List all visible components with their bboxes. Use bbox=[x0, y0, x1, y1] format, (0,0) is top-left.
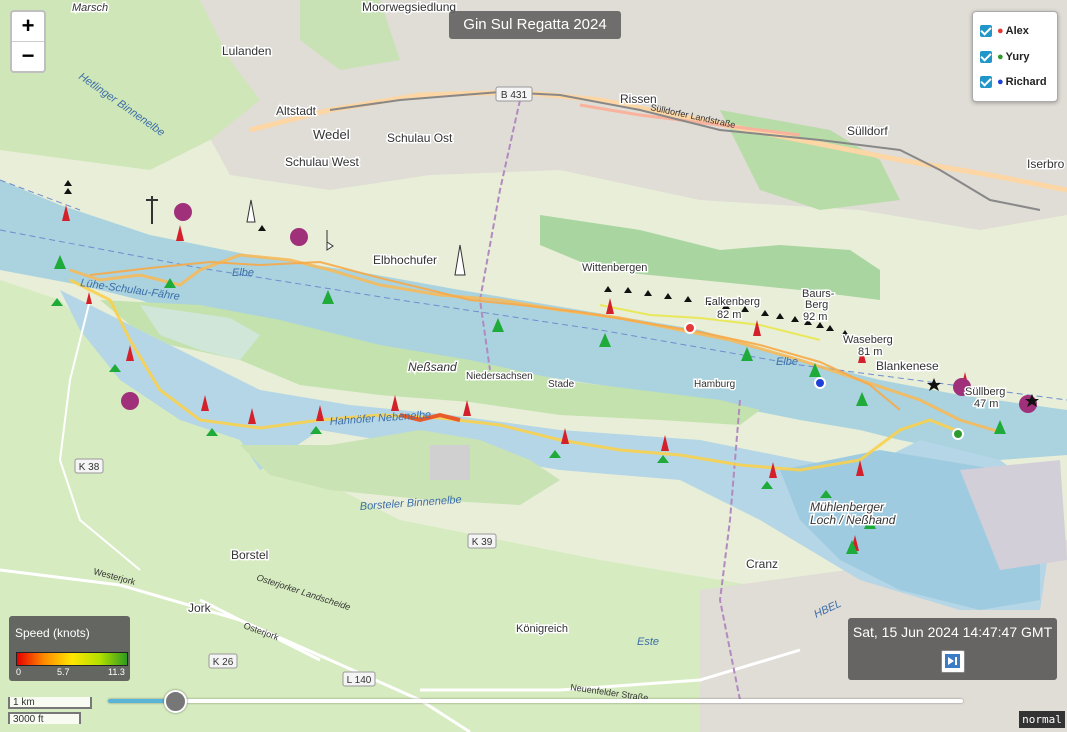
boat-yury-marker[interactable] bbox=[952, 428, 964, 440]
boat-alex-marker[interactable] bbox=[684, 322, 696, 334]
label-stade: Stade bbox=[548, 379, 575, 390]
checkbox-richard[interactable] bbox=[980, 76, 992, 88]
label-borstel: Borstel bbox=[231, 548, 268, 562]
label-baursberg-height: 92 m bbox=[803, 311, 827, 323]
dot-icon: ● bbox=[997, 76, 1004, 88]
label-hamburg: Hamburg bbox=[694, 379, 735, 390]
speed-legend: Speed (knots) 0 5.7 11.3 bbox=[9, 616, 130, 681]
legend-item-alex[interactable]: ● Alex bbox=[980, 23, 1029, 39]
boat-legend: ● Alex ● Yury ● Richard bbox=[972, 11, 1058, 102]
label-sulldorf: Sülldorf bbox=[847, 124, 888, 138]
label-suellberg: Süllberg bbox=[965, 386, 1005, 398]
legend-label-richard: Richard bbox=[1005, 76, 1047, 88]
label-iserbrook: Iserbro bbox=[1027, 157, 1065, 171]
label-elbe: Elbe bbox=[232, 267, 254, 279]
label-este: Este bbox=[637, 636, 659, 648]
boat-richard-marker[interactable] bbox=[814, 377, 826, 389]
legend-item-yury[interactable]: ● Yury bbox=[980, 49, 1030, 65]
label-wittenbergen: Wittenbergen bbox=[582, 262, 647, 274]
label-schulau-ost: Schulau Ost bbox=[387, 131, 453, 145]
shield-k38: K 38 bbox=[79, 462, 100, 473]
scale-metric: 1 km bbox=[8, 697, 92, 709]
time-slider[interactable] bbox=[108, 690, 963, 713]
regatta-title: Gin Sul Regatta 2024 bbox=[449, 11, 621, 39]
label-schulau-west: Schulau West bbox=[285, 155, 359, 169]
play-pause-icon bbox=[945, 654, 960, 668]
label-marsch: Marsch bbox=[72, 2, 108, 14]
label-muehlenberger-2: Loch / Neßhand bbox=[810, 513, 896, 527]
label-waseberg-height: 81 m bbox=[858, 346, 882, 358]
dot-icon: ● bbox=[997, 25, 1004, 37]
checkbox-alex[interactable] bbox=[980, 25, 992, 37]
harbour-icon bbox=[121, 392, 139, 410]
shield-b431: B 431 bbox=[501, 90, 528, 101]
time-slider-thumb[interactable] bbox=[163, 690, 187, 713]
speed-gradient-bar bbox=[16, 652, 128, 666]
label-muehlenberger: Mühlenberger bbox=[810, 500, 885, 514]
label-niedersachsen: Niedersachsen bbox=[466, 371, 533, 382]
label-wedel: Wedel bbox=[313, 127, 350, 142]
label-suellberg-height: 47 m bbox=[974, 398, 998, 410]
speed-tick-max: 11.3 bbox=[108, 667, 125, 677]
label-koenigreich: Königreich bbox=[516, 623, 568, 635]
mode-indicator: normal bbox=[1019, 711, 1065, 728]
speed-legend-title: Speed (knots) bbox=[15, 626, 90, 640]
shield-l140: L 140 bbox=[347, 675, 372, 686]
timestamp-panel: Sat, 15 Jun 2024 14:47:47 GMT bbox=[848, 618, 1057, 680]
legend-item-richard[interactable]: ● Richard bbox=[980, 74, 1047, 90]
label-lulanden: Lulanden bbox=[222, 44, 271, 58]
label-elbhochufer: Elbhochufer bbox=[373, 253, 437, 267]
label-cranz: Cranz bbox=[746, 557, 778, 571]
label-nessand: Neßsand bbox=[408, 360, 457, 374]
dot-icon: ● bbox=[997, 51, 1004, 63]
scale-imperial: 3000 ft bbox=[8, 712, 81, 725]
label-elbe-2: Elbe bbox=[776, 356, 798, 368]
speed-tick-min: 0 bbox=[16, 667, 22, 677]
label-moorwegsiedlung: Moorwegsiedlung bbox=[362, 0, 456, 14]
label-waseberg: Waseberg bbox=[843, 334, 893, 346]
legend-label-yury: Yury bbox=[1005, 51, 1030, 63]
label-altstadt: Altstadt bbox=[276, 104, 317, 118]
label-baursberg-2: Berg bbox=[805, 299, 828, 311]
structure bbox=[430, 445, 470, 480]
play-pause-button[interactable] bbox=[941, 650, 965, 673]
zoom-out-button[interactable]: − bbox=[12, 41, 44, 71]
checkbox-yury[interactable] bbox=[980, 51, 992, 63]
label-blankenese: Blankenese bbox=[876, 359, 939, 373]
speed-tick-mid: 5.7 bbox=[57, 667, 70, 677]
label-jork: Jork bbox=[188, 601, 212, 615]
harbour-icon bbox=[290, 228, 308, 246]
legend-label-alex: Alex bbox=[1005, 25, 1029, 37]
zoom-in-button[interactable]: + bbox=[12, 12, 44, 41]
zoom-control: + − bbox=[10, 10, 46, 73]
harbour-icon bbox=[174, 203, 192, 221]
shield-k39: K 39 bbox=[472, 537, 493, 548]
label-falkenberg: Falkenberg bbox=[705, 296, 760, 308]
timestamp: Sat, 15 Jun 2024 14:47:47 GMT bbox=[852, 624, 1053, 640]
label-falkenberg-height: 82 m bbox=[717, 309, 741, 321]
shield-k26: K 26 bbox=[213, 657, 234, 668]
